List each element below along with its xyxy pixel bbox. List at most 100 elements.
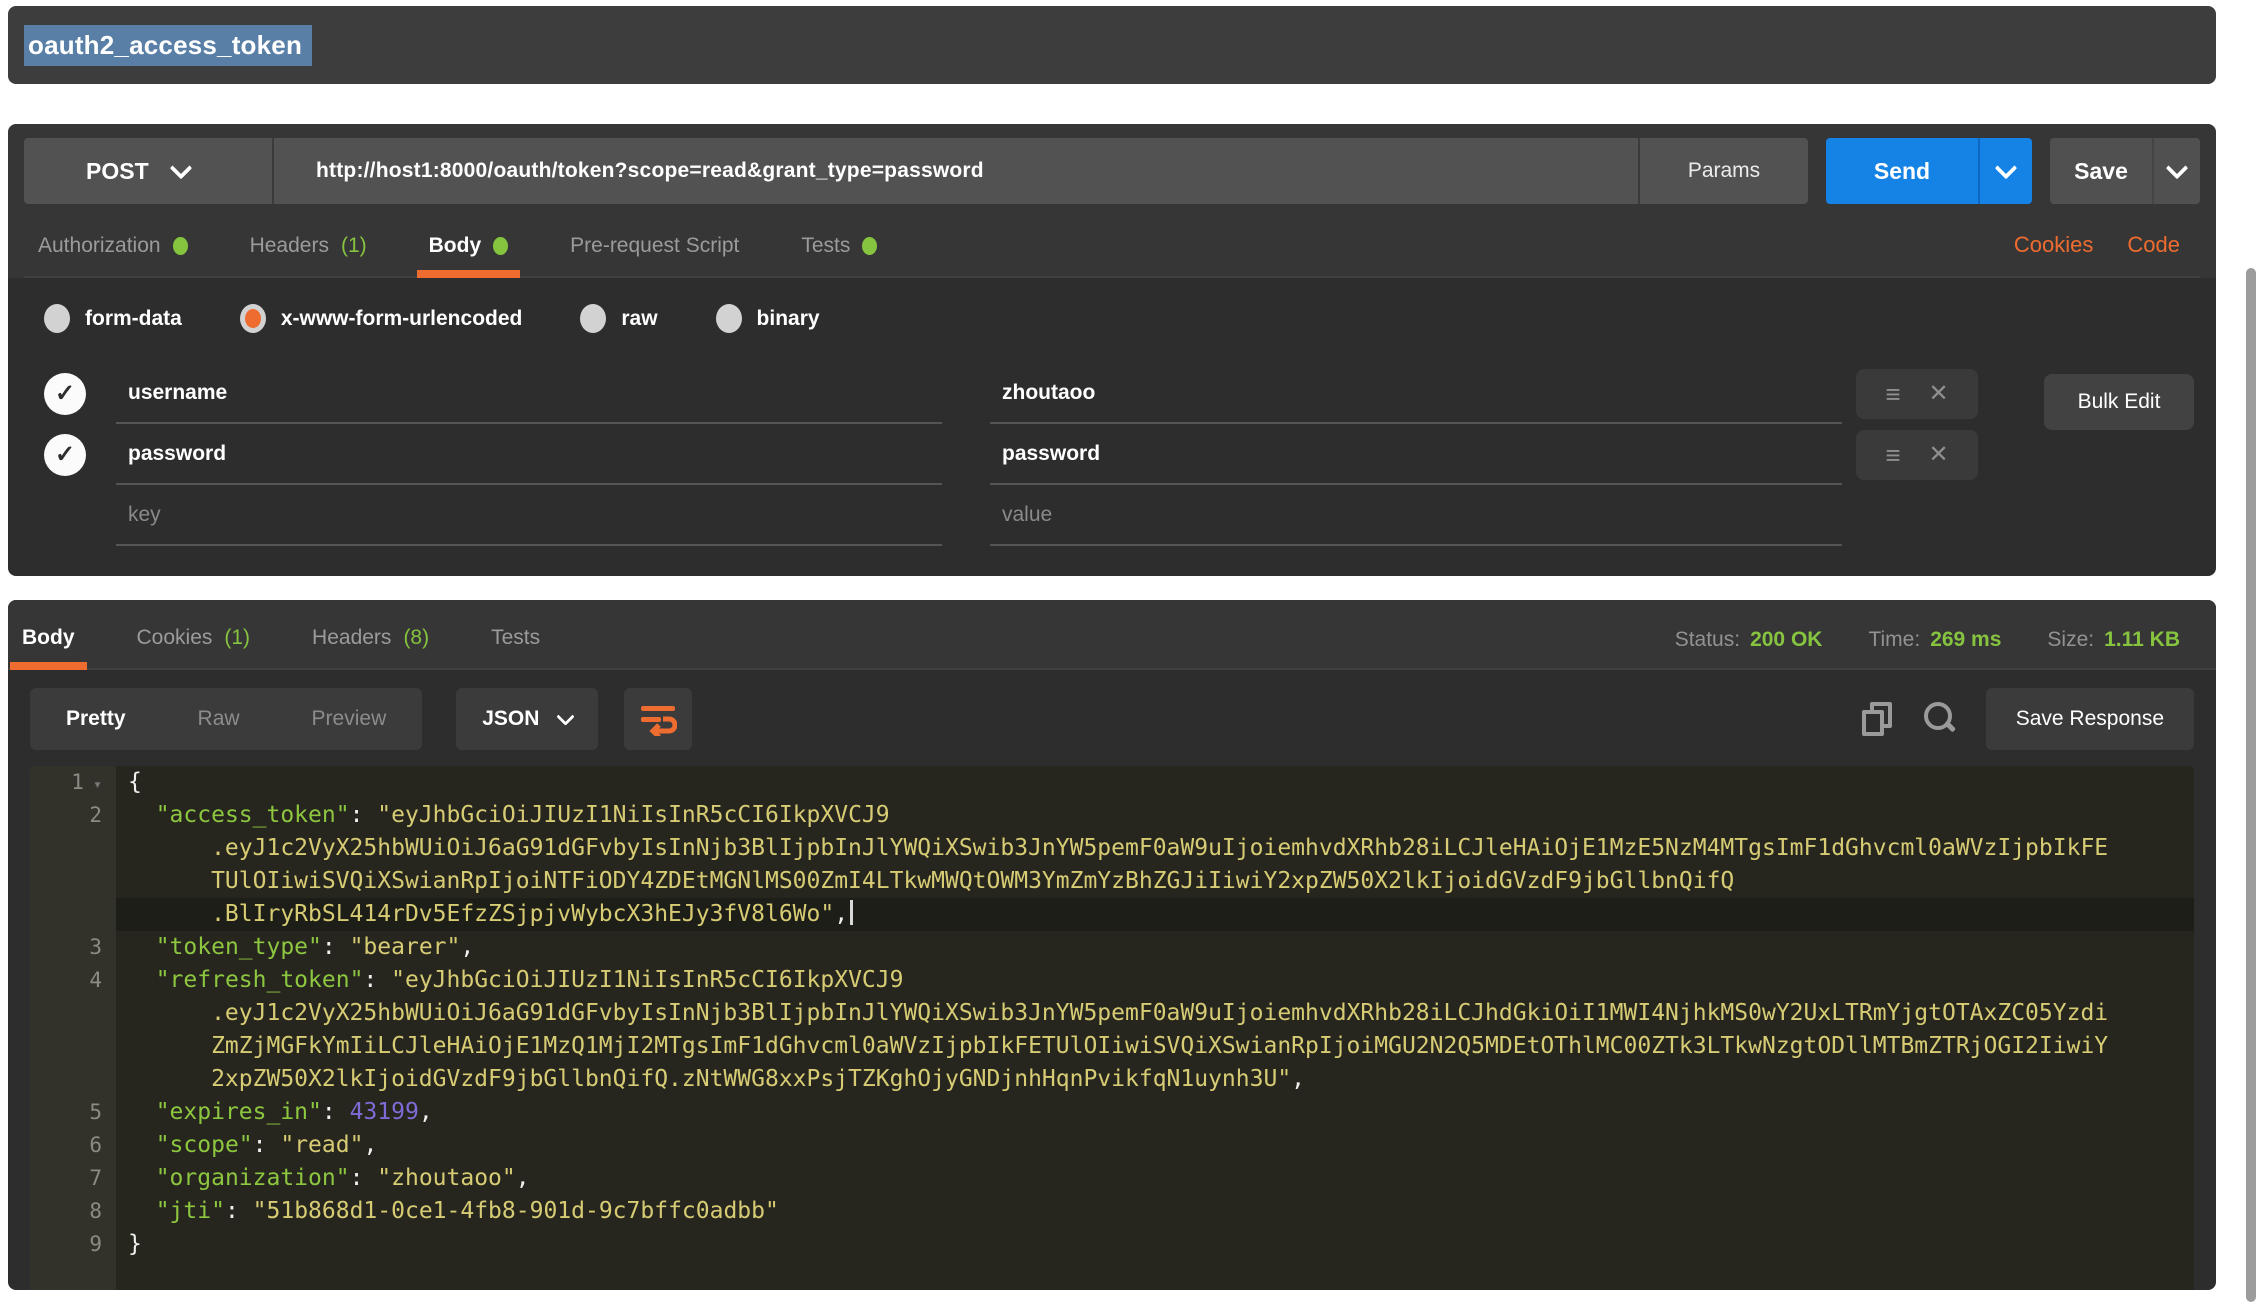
- save-response-button[interactable]: Save Response: [1986, 688, 2194, 750]
- meta-label: Size:: [2047, 628, 2094, 652]
- code-line: 8 "jti": "51b868d1-0ce1-4fb8-901d-9c7bff…: [30, 1195, 2194, 1228]
- json-punct: [128, 802, 156, 828]
- response-tab-headers[interactable]: Headers(8): [304, 626, 437, 668]
- code-line: 2xpZW50X2lkIjoidGVzdF9jbGllbnQifQ.zNtWWG…: [30, 1063, 2194, 1096]
- urlencoded-kv-table: ✓ username zhoutaoo ≡ ✕ ✓ password password ≡ ✕ ke…: [28, 363, 2196, 546]
- checkbox-checked-icon[interactable]: ✓: [44, 434, 86, 476]
- kv-row: key value: [28, 485, 2196, 546]
- json-key: "expires_in": [156, 1099, 322, 1125]
- body-mode-form-data[interactable]: form-data: [44, 304, 182, 333]
- method-select[interactable]: POST: [24, 138, 274, 204]
- request-tab-body[interactable]: Body: [421, 234, 517, 276]
- page-scrollbar[interactable]: [2246, 268, 2256, 1302]
- json-string: "bearer": [350, 934, 461, 960]
- line-number: 9: [30, 1228, 116, 1261]
- view-mode-pretty[interactable]: Pretty: [30, 688, 162, 750]
- response-tab-body[interactable]: Body: [14, 626, 83, 668]
- code-text: .eyJ1c2VyX25hbWUiOiJ6aG91dGFvbyIsInNjb3B…: [116, 997, 2194, 1030]
- line-number: [30, 832, 116, 865]
- text-cursor: [850, 900, 853, 925]
- body-mode-label: raw: [621, 307, 657, 331]
- copy-icon[interactable]: [1862, 702, 1892, 736]
- url-input[interactable]: http://host1:8000/oauth/token?scope=read…: [274, 138, 1638, 204]
- line-number: [30, 865, 116, 898]
- save-label: Save: [2050, 138, 2152, 204]
- body-mode-x-www-form-urlencoded[interactable]: x-www-form-urlencoded: [240, 304, 523, 333]
- json-string: 2xpZW50X2lkIjoidGVzdF9jbGllbnQifQ.zNtWWG…: [128, 1066, 1291, 1092]
- kv-value-input[interactable]: zhoutaoo: [990, 363, 1842, 424]
- drag-handle-icon[interactable]: ≡: [1885, 442, 1900, 468]
- kv-key-input[interactable]: username: [116, 363, 942, 424]
- meta-value: 1.11 KB: [2104, 628, 2180, 652]
- response-tab-cookies[interactable]: Cookies(1): [129, 626, 259, 668]
- response-body-code[interactable]: 1 ▾{2 "access_token": "eyJhbGciOiJIUzI1N…: [30, 766, 2194, 1290]
- json-punct: ,: [516, 1165, 530, 1191]
- meta-size: Size: 1.11 KB: [2047, 628, 2180, 652]
- response-tab-label-body: Body: [22, 626, 75, 650]
- fold-caret-icon[interactable]: ▾: [84, 775, 102, 793]
- code-text: .BlIryRbSL414rDv5EfzZSjpjvWybcX3hEJy3fV8…: [116, 898, 2194, 931]
- wrap-text-button[interactable]: [624, 688, 692, 750]
- method-label: POST: [86, 158, 149, 185]
- code-text: "token_type": "bearer",: [116, 931, 2194, 964]
- kv-checkbox-cell: ✓: [28, 434, 116, 476]
- send-menu-button[interactable]: [1978, 138, 2032, 204]
- radio-icon: [580, 304, 606, 333]
- meta-label: Time:: [1868, 628, 1920, 652]
- json-punct: ,: [460, 934, 474, 960]
- response-tools: Save Response: [1862, 688, 2194, 750]
- badge-count: (1): [224, 626, 250, 650]
- view-mode-raw[interactable]: Raw: [162, 688, 276, 750]
- request-tab-pre-request-script[interactable]: Pre-request Script: [562, 234, 747, 276]
- save-menu-button[interactable]: [2152, 138, 2200, 204]
- body-mode-label: x-www-form-urlencoded: [281, 307, 523, 331]
- kv-value-input[interactable]: password: [990, 424, 1842, 485]
- remove-row-icon[interactable]: ✕: [1929, 443, 1949, 467]
- request-tab-tests[interactable]: Tests: [793, 234, 885, 276]
- remove-row-icon[interactable]: ✕: [1929, 382, 1949, 406]
- json-punct: ,: [363, 1132, 377, 1158]
- meta-value: 200 OK: [1750, 628, 1822, 652]
- code-line: 6 "scope": "read",: [30, 1129, 2194, 1162]
- body-mode-label: binary: [757, 307, 820, 331]
- json-punct: :: [225, 1198, 253, 1224]
- body-mode-binary[interactable]: binary: [716, 304, 820, 333]
- checkbox-checked-icon[interactable]: ✓: [44, 373, 86, 415]
- meta-status: Status:200 OK: [1675, 628, 1823, 652]
- green-status-dot: [862, 237, 877, 255]
- kv-key-input[interactable]: key: [116, 485, 942, 546]
- code-line: 1 ▾{: [30, 766, 2194, 799]
- view-mode-preview[interactable]: Preview: [276, 688, 423, 750]
- code-line: 7 "organization": "zhoutaoo",: [30, 1162, 2194, 1195]
- url-bar: POST http://host1:8000/oauth/token?scope…: [24, 138, 1808, 204]
- body-mode-raw[interactable]: raw: [580, 304, 657, 333]
- code-text: {: [116, 766, 2194, 799]
- params-button[interactable]: Params: [1638, 138, 1808, 204]
- code-text: "scope": "read",: [116, 1129, 2194, 1162]
- bulk-edit-button[interactable]: Bulk Edit: [2044, 374, 2194, 430]
- request-tab-authorization[interactable]: Authorization: [30, 234, 196, 276]
- format-select[interactable]: JSON: [456, 688, 598, 750]
- json-punct: {: [128, 769, 142, 795]
- request-tab-label-authorization: Authorization: [38, 234, 161, 258]
- response-tab-label-headers: Headers: [312, 626, 391, 650]
- json-punct: [128, 1198, 156, 1224]
- json-punct: :: [322, 934, 350, 960]
- request-name-input[interactable]: oauth2_access_token: [24, 25, 312, 66]
- json-punct: :: [363, 967, 391, 993]
- json-string: "zhoutaoo": [377, 1165, 515, 1191]
- code-link[interactable]: Code: [2127, 232, 2180, 258]
- save-button[interactable]: Save: [2050, 138, 2200, 204]
- send-button[interactable]: Send: [1826, 138, 2032, 204]
- view-mode-switch: PrettyRawPreview: [30, 688, 422, 750]
- cookies-link[interactable]: Cookies: [2014, 232, 2093, 258]
- code-text: "access_token": "eyJhbGciOiJIUzI1NiIsInR…: [116, 799, 2194, 832]
- response-tab-tests[interactable]: Tests: [483, 626, 548, 668]
- drag-handle-icon[interactable]: ≡: [1885, 381, 1900, 407]
- gutter-filler: [30, 1261, 116, 1290]
- request-tab-headers[interactable]: Headers(1): [242, 234, 375, 276]
- search-icon[interactable]: [1922, 702, 1956, 736]
- kv-key-input[interactable]: password: [116, 424, 942, 485]
- kv-value-input[interactable]: value: [990, 485, 1842, 546]
- json-string: "eyJhbGciOiJIUzI1NiIsInR5cCI6IkpXVCJ9: [391, 967, 903, 993]
